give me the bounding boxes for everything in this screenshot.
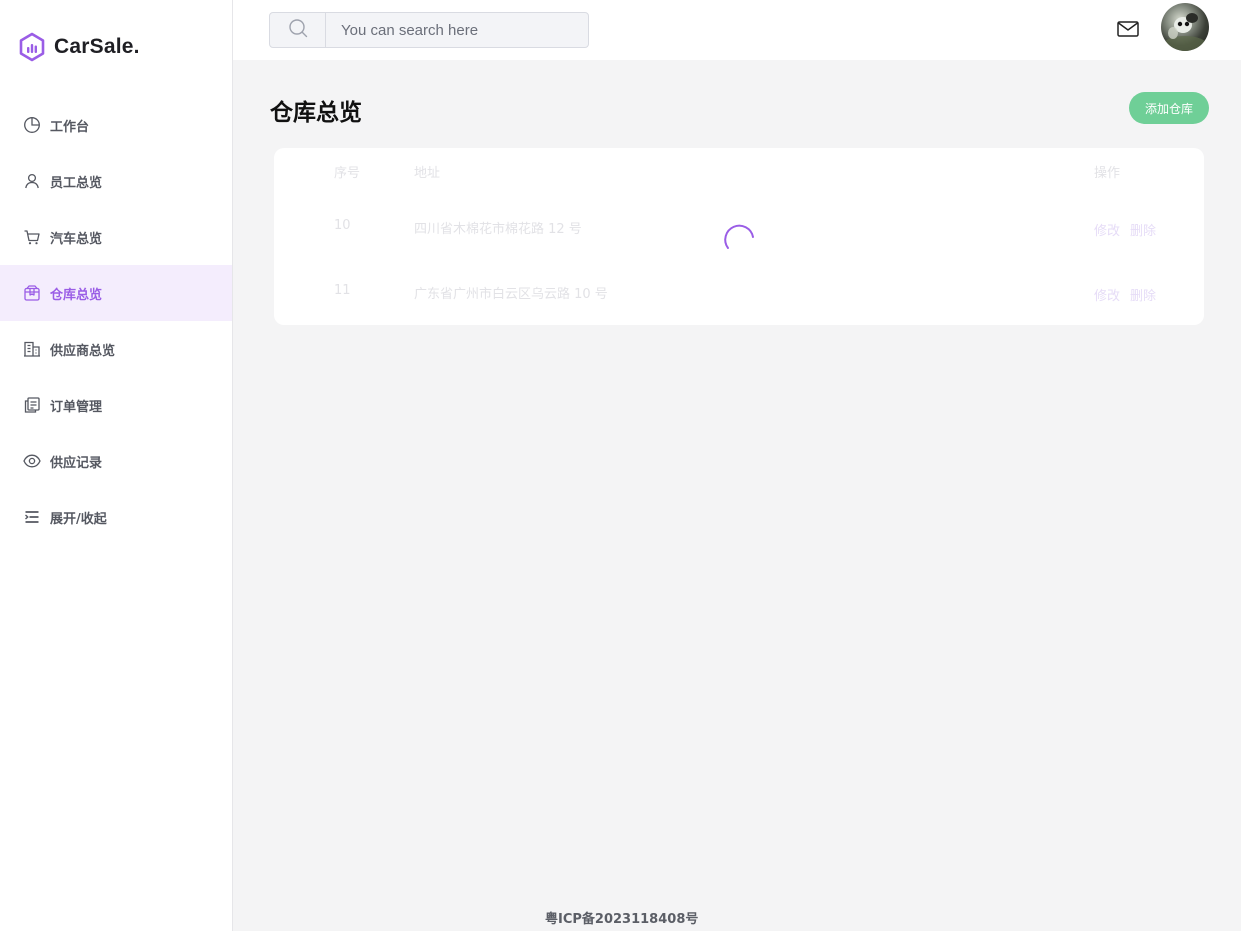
sidebar-item-label: 供应记录 bbox=[50, 455, 103, 471]
edit-link[interactable]: 修改 bbox=[1094, 224, 1120, 239]
table-cell-id: 10 bbox=[334, 218, 351, 233]
sidebar-item-supply-records[interactable]: 供应记录 bbox=[0, 433, 232, 489]
table-header-address: 地址 bbox=[414, 166, 441, 181]
box-icon bbox=[23, 284, 41, 302]
delete-link[interactable]: 删除 bbox=[1130, 224, 1156, 239]
sidebar-item-staff[interactable]: 员工总览 bbox=[0, 153, 232, 209]
building-icon bbox=[23, 340, 41, 358]
table-cell-address: 广东省广州市白云区乌云路 10 号 bbox=[414, 287, 608, 302]
collapse-icon bbox=[23, 508, 41, 526]
top-bar bbox=[233, 0, 1241, 60]
sidebar-item-label: 供应商总览 bbox=[50, 343, 116, 359]
table-header-id: 序号 bbox=[334, 166, 361, 181]
table-cell-id: 11 bbox=[334, 283, 351, 298]
sidebar-item-suppliers[interactable]: 供应商总览 bbox=[0, 321, 232, 377]
add-warehouse-button[interactable]: 添加仓库 bbox=[1129, 92, 1209, 124]
sidebar-item-label: 展开/收起 bbox=[50, 511, 107, 527]
cart-icon bbox=[23, 228, 41, 246]
sidebar-item-workbench[interactable]: 工作台 bbox=[0, 97, 232, 153]
page-title: 仓库总览 bbox=[270, 100, 362, 126]
sidebar-item-orders[interactable]: 订单管理 bbox=[0, 377, 232, 433]
icp-footer[interactable]: 粤ICP备2023118408号 bbox=[545, 908, 698, 927]
sidebar-item-label: 员工总览 bbox=[50, 175, 103, 191]
sidebar-item-cars[interactable]: 汽车总览 bbox=[0, 209, 232, 265]
search-button[interactable] bbox=[270, 13, 326, 47]
user-avatar[interactable] bbox=[1161, 3, 1209, 51]
sidebar: CarSale. 工作台 员工总览 汽车总览 仓库总览 供应商总览 订单管理 供… bbox=[0, 0, 233, 931]
app-name: CarSale. bbox=[54, 35, 140, 58]
sidebar-item-label: 仓库总览 bbox=[50, 287, 103, 303]
sidebar-item-warehouses[interactable]: 仓库总览 bbox=[0, 265, 232, 321]
table-header-actions: 操作 bbox=[1094, 166, 1121, 181]
eye-icon bbox=[23, 452, 41, 470]
sidebar-nav: 工作台 员工总览 汽车总览 仓库总览 供应商总览 订单管理 供应记录 展开/收起 bbox=[0, 97, 232, 545]
sidebar-item-label: 订单管理 bbox=[50, 399, 103, 415]
search-input[interactable] bbox=[326, 13, 588, 47]
edit-link[interactable]: 修改 bbox=[1094, 289, 1120, 304]
sidebar-item-label: 工作台 bbox=[50, 119, 90, 135]
pie-chart-icon bbox=[23, 116, 41, 134]
search-box bbox=[269, 12, 589, 48]
app-logo[interactable]: CarSale. bbox=[18, 32, 140, 62]
table-cell-address: 四川省木棉花市棉花路 12 号 bbox=[414, 222, 582, 237]
logo-icon bbox=[19, 32, 45, 62]
document-icon bbox=[23, 396, 41, 414]
mail-icon[interactable] bbox=[1117, 20, 1139, 38]
search-icon bbox=[288, 18, 308, 42]
loading-spinner-icon bbox=[720, 218, 758, 256]
user-icon bbox=[23, 172, 41, 190]
sidebar-toggle[interactable]: 展开/收起 bbox=[0, 489, 232, 545]
table-row-actions: 修改 删除 bbox=[1094, 220, 1166, 239]
delete-link[interactable]: 删除 bbox=[1130, 289, 1156, 304]
sidebar-item-label: 汽车总览 bbox=[50, 231, 103, 247]
warehouse-table: 序号 地址 操作 10 四川省木棉花市棉花路 12 号 修改 删除 11 广东省广… bbox=[274, 148, 1204, 325]
table-row-actions: 修改 删除 bbox=[1094, 285, 1166, 304]
